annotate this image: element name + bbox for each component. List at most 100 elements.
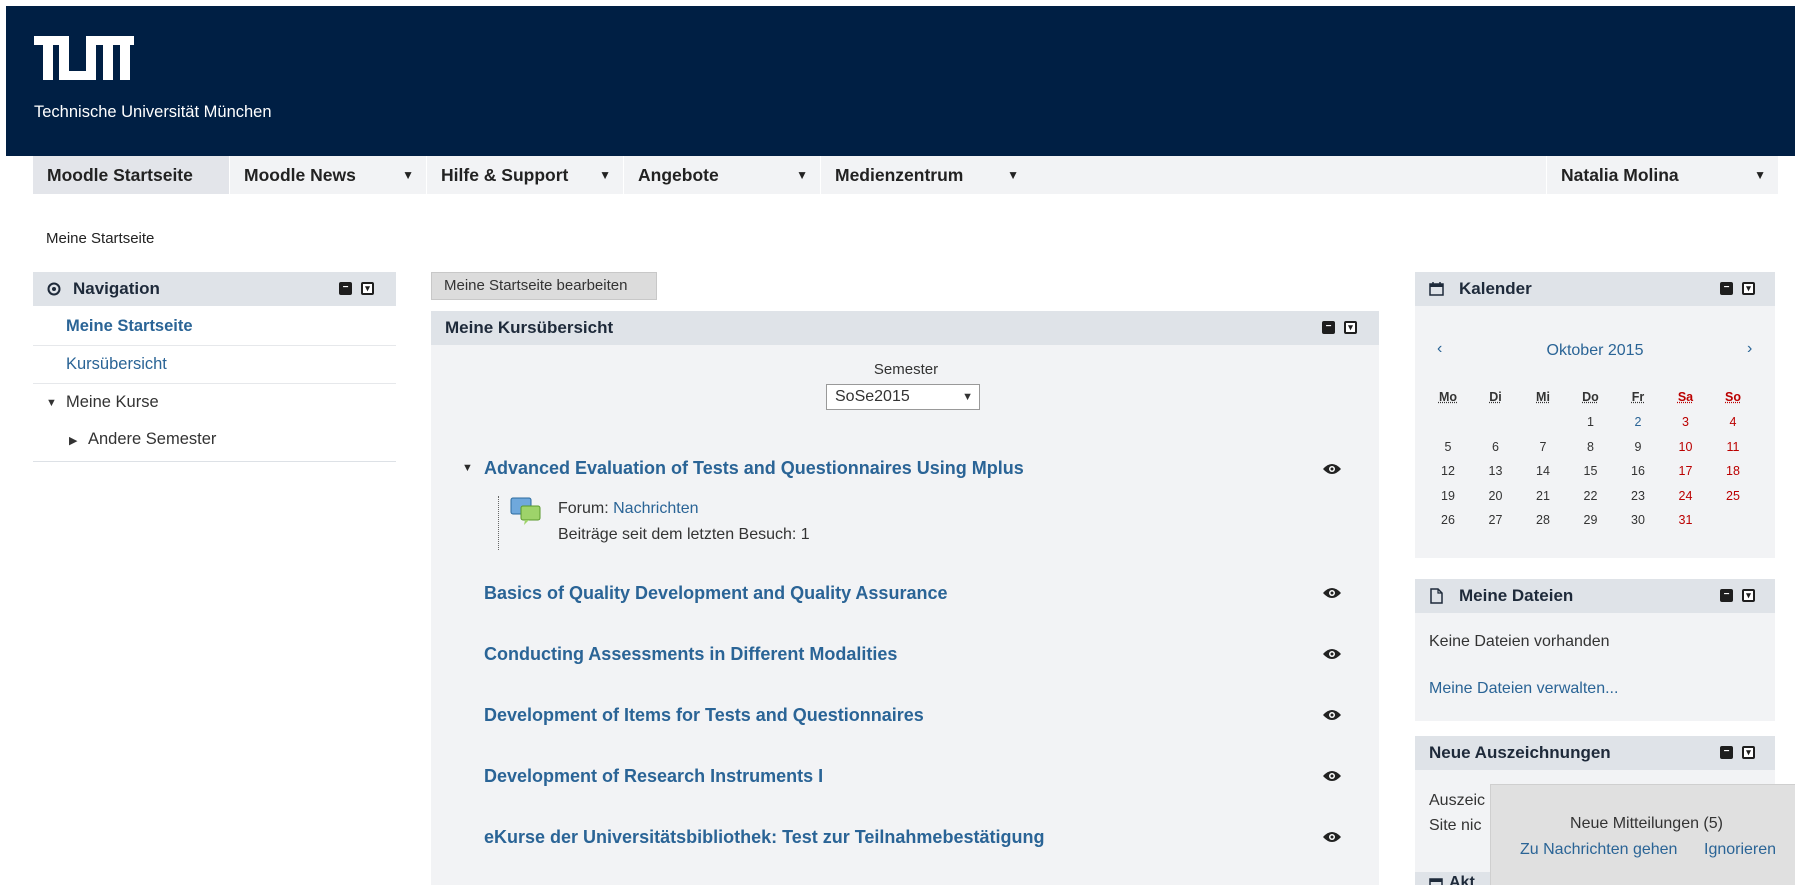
calendar-day[interactable]: 21	[1523, 489, 1563, 503]
caret-down-icon: ▼	[402, 168, 414, 182]
tree-line	[498, 496, 499, 550]
go-to-messages-link[interactable]: Zu Nachrichten gehen	[1520, 841, 1677, 859]
collapse-block-icon[interactable]: −	[1720, 282, 1733, 295]
eye-icon[interactable]	[1322, 586, 1342, 600]
block-title: Meine Dateien	[1459, 586, 1574, 605]
caret-down-icon: ▼	[1007, 168, 1019, 182]
calendar-day[interactable]: 16	[1618, 464, 1658, 478]
menu-medienzentrum[interactable]: Medienzentrum ▼	[821, 156, 1031, 194]
calendar-weekday: Di	[1489, 390, 1502, 404]
nav-item-andere-semester[interactable]: Andere Semester	[88, 430, 216, 449]
user-menu[interactable]: Natalia Molina ▼	[1546, 156, 1778, 194]
calendar-day[interactable]: 30	[1618, 513, 1658, 527]
calendar-day[interactable]: 9	[1618, 440, 1658, 454]
calendar-day[interactable]: 4	[1713, 415, 1753, 429]
course-link[interactable]: Development of Items for Tests and Quest…	[484, 705, 924, 726]
next-month-link[interactable]: ›	[1747, 340, 1752, 358]
caret-down-icon: ▼	[1754, 168, 1766, 182]
semester-select[interactable]: SoSe2015 ▼	[826, 384, 980, 410]
calendar-day[interactable]: 3	[1666, 415, 1706, 429]
calendar-day[interactable]: 25	[1713, 489, 1753, 503]
dock-block-icon[interactable]: ▾	[1344, 321, 1357, 334]
calendar-day[interactable]: 2	[1618, 415, 1658, 429]
calendar-day[interactable]: 20	[1476, 489, 1516, 503]
popup-title: Neue Mitteilungen (5)	[1570, 815, 1723, 832]
badges-text-line: Site nic	[1429, 817, 1482, 834]
calendar-day[interactable]: 26	[1428, 513, 1468, 527]
calendar-day[interactable]: 27	[1476, 513, 1516, 527]
calendar-day[interactable]: 10	[1666, 440, 1706, 454]
badges-block-header: Neue Auszeichnungen − ▾	[1415, 736, 1775, 770]
course-link[interactable]: Advanced Evaluation of Tests and Questio…	[484, 458, 1024, 479]
calendar-day[interactable]: 17	[1666, 464, 1706, 478]
edit-page-button[interactable]: Meine Startseite bearbeiten	[431, 272, 657, 300]
calendar-day[interactable]: 23	[1618, 489, 1658, 503]
calendar-day[interactable]: 15	[1571, 464, 1611, 478]
menu-label: Moodle News	[244, 165, 356, 185]
dock-block-icon[interactable]: ▾	[1742, 282, 1755, 295]
site-header: Technische Universität München	[6, 6, 1795, 156]
files-block-header: Meine Dateien − ▾	[1415, 579, 1775, 613]
collapse-block-icon[interactable]: −	[339, 282, 352, 295]
caret-down-icon[interactable]: ▼	[46, 397, 57, 409]
calendar-weekday: So	[1725, 390, 1741, 404]
calendar-day[interactable]: 18	[1713, 464, 1753, 478]
course-link[interactable]: Basics of Quality Development and Qualit…	[484, 583, 947, 604]
calendar-day[interactable]: 1	[1571, 415, 1611, 429]
calendar-day[interactable]: 7	[1523, 440, 1563, 454]
calendar-day[interactable]: 6	[1476, 440, 1516, 454]
semester-value: SoSe2015	[835, 388, 910, 405]
course-link[interactable]: Conducting Assessments in Different Moda…	[484, 644, 897, 665]
calendar-day[interactable]: 12	[1428, 464, 1468, 478]
forum-posts-info: Beiträge seit dem letzten Besuch: 1	[558, 526, 810, 543]
nav-item-kursuebersicht[interactable]: Kursübersicht	[66, 355, 167, 374]
eye-icon[interactable]	[1322, 708, 1342, 722]
forum-link[interactable]: Nachrichten	[613, 500, 698, 517]
caret-down-icon[interactable]: ▼	[462, 462, 473, 474]
caret-down-icon: ▼	[599, 168, 611, 182]
calendar-day[interactable]: 8	[1571, 440, 1611, 454]
collapse-block-icon[interactable]: −	[1720, 589, 1733, 602]
calendar-day[interactable]: 24	[1666, 489, 1706, 503]
collapse-block-icon[interactable]: −	[1720, 746, 1733, 759]
eye-icon[interactable]	[1322, 769, 1342, 783]
calendar-day[interactable]: 29	[1571, 513, 1611, 527]
nav-item-meine-kurse[interactable]: Meine Kurse	[66, 393, 159, 412]
caret-right-icon[interactable]: ▶	[69, 434, 77, 447]
divider	[33, 461, 396, 462]
course-link[interactable]: eKurse der Universitätsbibliothek: Test …	[484, 827, 1044, 848]
calendar-day[interactable]: 31	[1666, 513, 1706, 527]
dock-block-icon[interactable]: ▾	[1742, 746, 1755, 759]
files-block-body: Keine Dateien vorhanden Meine Dateien ve…	[1415, 613, 1775, 721]
dock-block-icon[interactable]: ▾	[361, 282, 374, 295]
tum-logo[interactable]	[34, 36, 134, 90]
dock-block-icon[interactable]: ▾	[1742, 589, 1755, 602]
calendar-day[interactable]: 14	[1523, 464, 1563, 478]
eye-icon[interactable]	[1322, 647, 1342, 661]
course-link[interactable]: Development of Research Instruments I	[484, 766, 823, 787]
breadcrumb[interactable]: Meine Startseite	[46, 230, 154, 247]
ignore-link[interactable]: Ignorieren	[1704, 841, 1776, 859]
menu-hilfe-support[interactable]: Hilfe & Support ▼	[427, 156, 624, 194]
menu-angebote[interactable]: Angebote ▼	[624, 156, 821, 194]
calendar-weekday: Fr	[1631, 390, 1645, 404]
calendar-day[interactable]: 28	[1523, 513, 1563, 527]
calendar-day[interactable]: 5	[1428, 440, 1468, 454]
menu-label: Medienzentrum	[835, 165, 964, 185]
nav-item-meine-startseite[interactable]: Meine Startseite	[66, 317, 193, 336]
collapse-block-icon[interactable]: −	[1322, 321, 1335, 334]
manage-files-link[interactable]: Meine Dateien verwalten...	[1429, 680, 1618, 698]
calendar-weekday: Mi	[1536, 390, 1550, 404]
forum-icon	[510, 497, 541, 525]
menu-moodle-startseite[interactable]: Moodle Startseite	[33, 156, 230, 194]
calendar-day[interactable]: 11	[1713, 440, 1753, 454]
calendar-month-title[interactable]: Oktober 2015	[1415, 342, 1775, 360]
eye-icon[interactable]	[1322, 462, 1342, 476]
divider	[33, 345, 396, 346]
block-title: Neue Auszeichnungen	[1429, 743, 1611, 762]
calendar-day[interactable]: 13	[1476, 464, 1516, 478]
calendar-day[interactable]: 19	[1428, 489, 1468, 503]
menu-moodle-news[interactable]: Moodle News ▼	[230, 156, 427, 194]
eye-icon[interactable]	[1322, 830, 1342, 844]
calendar-day[interactable]: 22	[1571, 489, 1611, 503]
